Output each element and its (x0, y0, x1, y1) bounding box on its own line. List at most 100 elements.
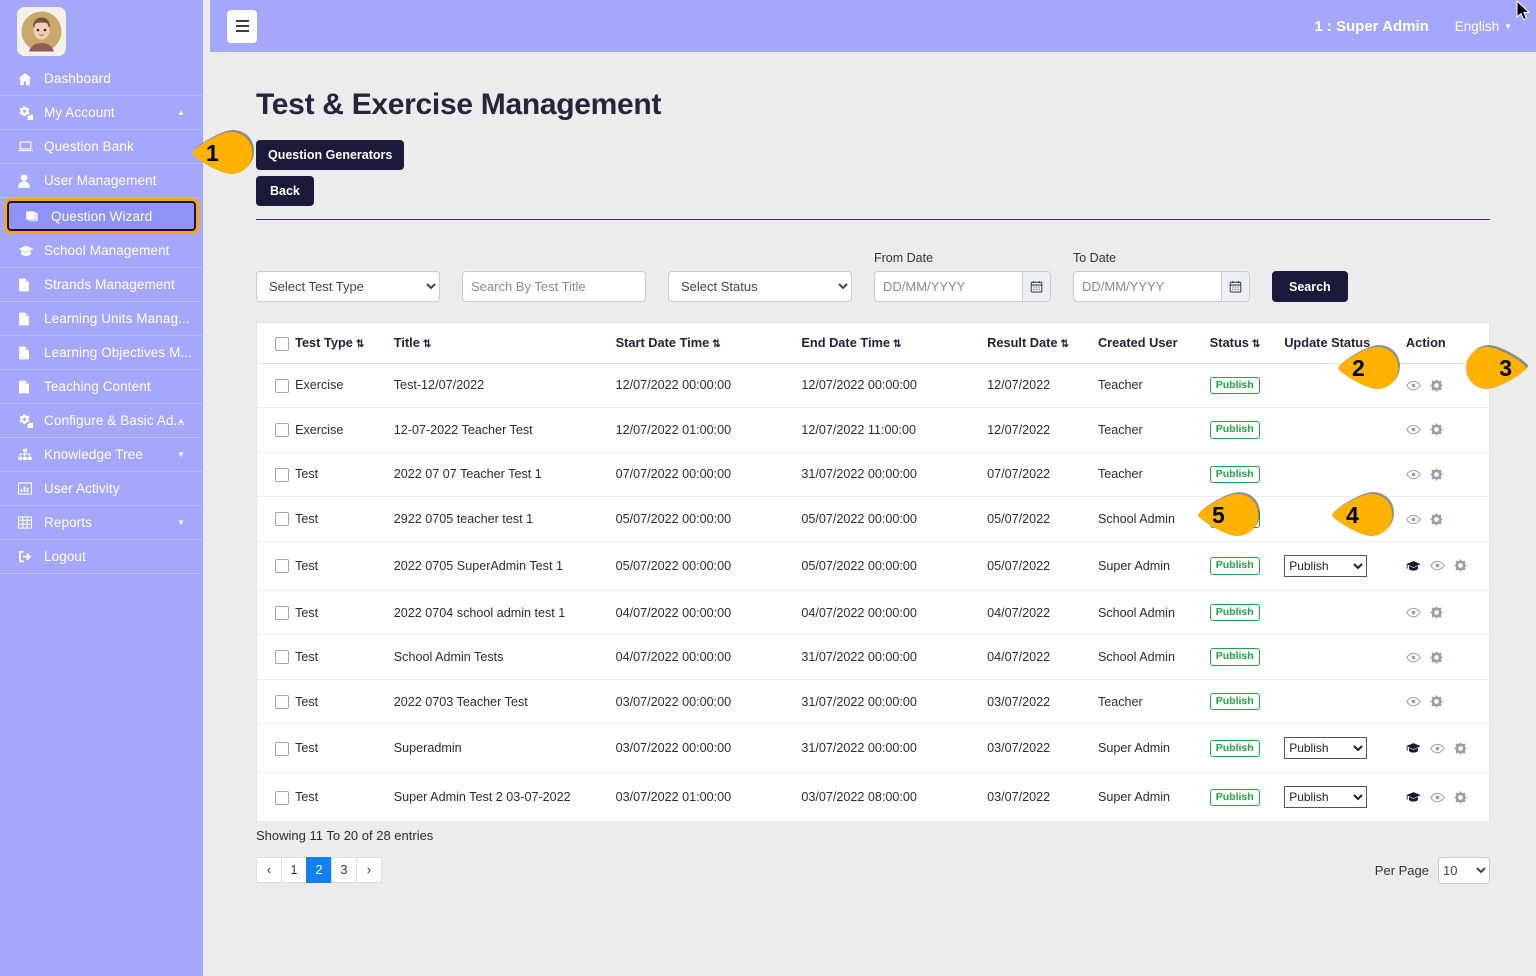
calendar-icon[interactable] (1022, 271, 1051, 302)
from-date-input[interactable] (874, 271, 1022, 302)
status-badge: Publish (1209, 692, 1260, 711)
user-icon (18, 173, 44, 188)
row-checkbox[interactable] (275, 605, 289, 620)
test-type-select[interactable]: Select Test Type (256, 271, 440, 302)
update-status-select[interactable]: Publish (1284, 737, 1368, 760)
gear-icon[interactable] (1429, 378, 1443, 392)
eye-icon[interactable] (1430, 792, 1445, 803)
to-date-input[interactable] (1073, 271, 1221, 302)
status-badge: Publish (1209, 557, 1260, 575)
gear-icon[interactable] (1429, 512, 1443, 526)
eye-icon[interactable] (1430, 560, 1445, 571)
gear-icon[interactable] (1453, 741, 1467, 755)
sidebar-item-teaching-content[interactable]: Teaching Content (0, 370, 203, 404)
row-checkbox[interactable] (275, 423, 289, 438)
gear-icon[interactable] (1429, 606, 1443, 620)
pagination-prev[interactable]: ‹ (256, 857, 282, 884)
sort-icon[interactable]: ⇅ (1252, 340, 1260, 350)
column-header-label: Update Status (1284, 335, 1371, 351)
eye-icon[interactable] (1406, 514, 1421, 525)
eye-icon[interactable] (1406, 652, 1421, 663)
sidebar-item-school-management[interactable]: School Management (0, 234, 203, 268)
column-header-title[interactable]: Title ⇅ (393, 323, 616, 364)
column-header-result[interactable]: Result Date ⇅ (987, 323, 1098, 364)
eye-icon[interactable] (1430, 743, 1445, 754)
cell-result: 03/07/2022 (987, 790, 1051, 805)
sidebar-item-dashboard[interactable]: Dashboard (0, 62, 203, 96)
gear-icon[interactable] (1453, 790, 1467, 804)
row-checkbox[interactable] (275, 559, 289, 574)
avatar[interactable] (17, 6, 66, 56)
select-all-checkbox[interactable] (275, 336, 289, 351)
eye-icon[interactable] (1406, 607, 1421, 618)
graduation-cap-icon[interactable] (1406, 791, 1421, 803)
row-checkbox[interactable] (275, 467, 289, 482)
row-checkbox[interactable] (275, 741, 289, 756)
eye-icon[interactable] (1406, 469, 1421, 480)
table-row: Test Superadmin 03/07/2022 00:00:00 31/07/2… (257, 723, 1489, 774)
row-select-cell (257, 363, 296, 409)
row-checkbox[interactable] (275, 695, 289, 710)
sidebar-item-reports[interactable]: Reports ▼ (0, 506, 203, 540)
sidebar-item-user-activity[interactable]: User Activity (0, 472, 203, 506)
pagination-page-3[interactable]: 3 (331, 857, 357, 884)
chart-bar-icon (18, 482, 44, 495)
sort-icon[interactable]: ⇅ (1061, 340, 1069, 350)
sidebar-item-configure-basic-ad[interactable]: Configure & Basic Ad... ▲ (0, 404, 203, 438)
column-header-end[interactable]: End Date Time ⇅ (801, 323, 988, 364)
row-select-cell (257, 541, 296, 591)
eye-icon[interactable] (1406, 696, 1421, 707)
language-selector[interactable]: English ▼ (1455, 19, 1512, 34)
column-header-start[interactable]: Start Date Time ⇅ (615, 323, 802, 364)
row-checkbox[interactable] (275, 378, 289, 393)
cell-update-status (1284, 452, 1406, 498)
gear-icon[interactable] (1453, 559, 1467, 573)
per-page-select[interactable]: 10 (1438, 857, 1490, 885)
sidebar-item-knowledge-tree[interactable]: Knowledge Tree ▼ (0, 438, 203, 472)
row-checkbox[interactable] (275, 650, 289, 665)
sidebar-item-question-bank[interactable]: Question Bank (0, 130, 203, 164)
sidebar-item-question-wizard[interactable]: Question Wizard (4, 198, 199, 234)
pagination-next[interactable]: › (356, 857, 382, 884)
pagination-label: ‹ (266, 863, 272, 878)
update-status-select[interactable]: Publish (1284, 786, 1368, 809)
search-title-input[interactable] (462, 271, 646, 302)
update-status-select[interactable]: Publish (1284, 554, 1368, 577)
column-header-status[interactable]: Status ⇅ (1209, 323, 1285, 364)
sidebar-item-logout[interactable]: Logout (0, 540, 203, 574)
gear-icon[interactable] (1429, 423, 1443, 437)
pagination-page-1[interactable]: 1 (281, 857, 307, 884)
hamburger-icon[interactable] (227, 9, 257, 43)
pagination-page-2[interactable]: 2 (306, 857, 332, 884)
cell-status: Publish (1209, 723, 1285, 774)
cell-actions (1405, 590, 1489, 636)
sidebar-item-user-management[interactable]: User Management (0, 164, 203, 198)
row-checkbox[interactable] (275, 512, 289, 527)
gear-icon[interactable] (1429, 695, 1443, 709)
eye-icon[interactable] (1406, 380, 1421, 391)
gear-icon[interactable] (1429, 467, 1443, 481)
sort-icon[interactable]: ⇅ (423, 340, 431, 350)
question-generators-button[interactable]: Question Generators (256, 140, 405, 170)
back-button[interactable]: Back (256, 176, 314, 206)
sort-icon[interactable]: ⇅ (893, 340, 901, 350)
sidebar-item-my-account[interactable]: My Account ▲ (0, 96, 203, 130)
sidebar-item-strands-management[interactable]: Strands Management (0, 268, 203, 302)
gear-icon[interactable] (1429, 650, 1443, 664)
sidebar-item-learning-units-manag[interactable]: Learning Units Manag... (0, 302, 203, 336)
cell-created-user: Teacher (1097, 407, 1210, 453)
sort-icon[interactable]: ⇅ (712, 340, 720, 350)
cell-start: 03/07/2022 00:00:00 (615, 723, 802, 774)
graduation-cap-icon[interactable] (1406, 742, 1421, 754)
sidebar-item-learning-objectives-m[interactable]: Learning Objectives M... (0, 336, 203, 370)
status-select[interactable]: Select Status (668, 271, 852, 302)
eye-icon[interactable] (1406, 424, 1421, 435)
sort-icon[interactable]: ⇅ (356, 340, 364, 350)
column-header-test-type[interactable]: Test Type ⇅ (295, 323, 394, 364)
row-checkbox[interactable] (275, 790, 289, 805)
cell-result: 04/07/2022 (987, 590, 1098, 636)
search-button[interactable]: Search (1272, 271, 1348, 302)
calendar-icon[interactable] (1221, 271, 1250, 302)
graduation-cap-icon[interactable] (1406, 560, 1421, 572)
action-buttons (1406, 695, 1489, 709)
